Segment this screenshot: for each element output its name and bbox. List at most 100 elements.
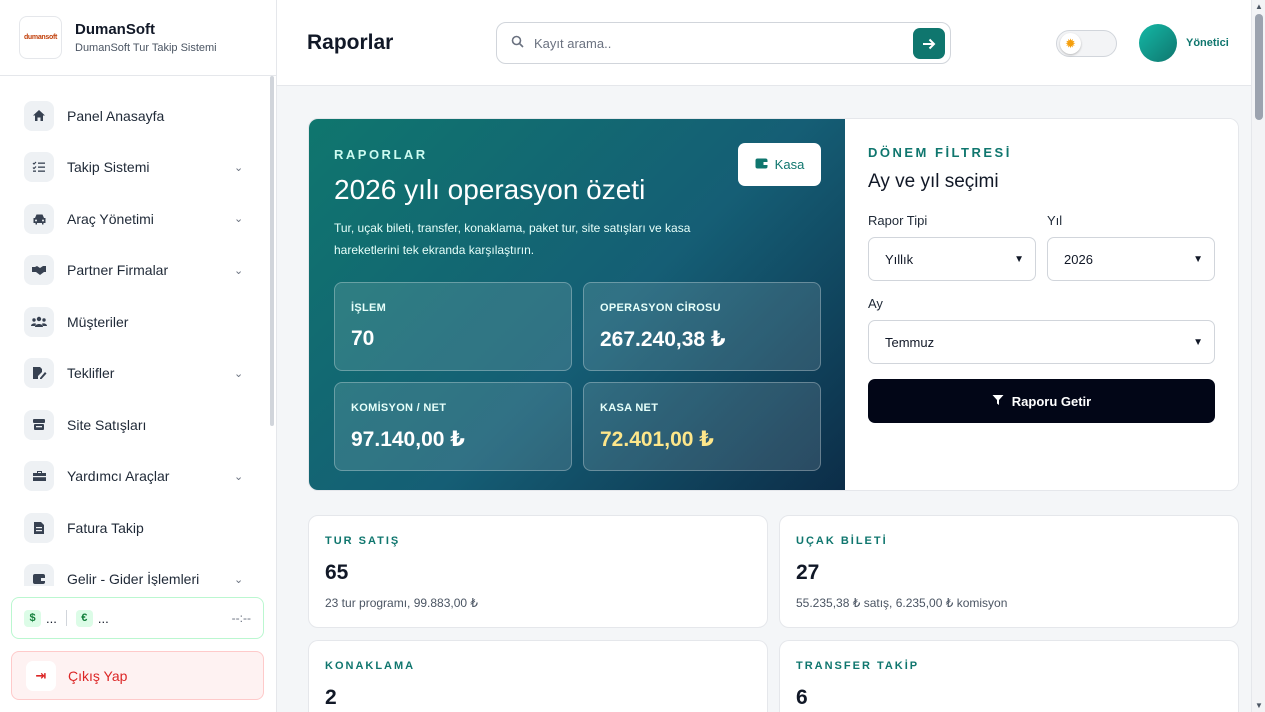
stat-value: 70 [351, 327, 375, 350]
card-konaklama: KONAKLAMA 2 [308, 640, 768, 712]
stat-komisyon-net: KOMİSYON / NET 97.140,00 ₺ [334, 382, 572, 471]
wallet-icon [24, 564, 54, 586]
file-invoice-icon [24, 512, 54, 543]
sidebar-item-panel-anasayfa[interactable]: Panel Anasayfa [0, 90, 270, 142]
get-report-button[interactable]: Raporu Getir [868, 379, 1215, 423]
sidebar-item-label: Site Satışları [67, 416, 147, 433]
chevron-down-icon: ⌄ [234, 161, 244, 174]
stat-value: 267.240,38 ₺ [600, 328, 726, 351]
list-check-icon [24, 152, 54, 183]
sidebar-item-arac-yonetimi[interactable]: Araç Yönetimi ⌄ [0, 193, 270, 245]
currency-widget: $ ... € ... --:-- [11, 597, 264, 639]
sidebar: dumansoft DumanSoft DumanSoft Tur Takip … [0, 0, 277, 712]
report-type-select[interactable]: Yıllık ▼ [868, 237, 1036, 281]
filter-icon [992, 394, 1004, 409]
chevron-down-icon: ⌄ [234, 367, 244, 380]
card-ucak-bileti: UÇAK BİLETİ 27 55.235,38 ₺ satış, 6.235,… [779, 515, 1239, 628]
theme-toggle[interactable]: ✹ [1056, 30, 1117, 57]
top-header: Raporlar ✹ Yönetici [277, 0, 1251, 86]
stat-value: 97.140,00 ₺ [351, 428, 465, 451]
filter-title: Ay ve yıl seçimi [868, 171, 999, 192]
card-tur-satis: TUR SATIŞ 65 23 tur programı, 99.883,00 … [308, 515, 768, 628]
filter-eyebrow: DÖNEM FİLTRESİ [868, 145, 1012, 160]
report-type-value: Yıllık [885, 251, 914, 267]
month-select[interactable]: Temmuz ▼ [868, 320, 1215, 364]
sidebar-item-gelir-gider[interactable]: Gelir - Gider İşlemleri ⌄ [0, 554, 270, 586]
chevron-down-icon: ⌄ [234, 470, 244, 483]
get-report-label: Raporu Getir [1011, 393, 1092, 409]
scroll-up-icon[interactable]: ▲ [1255, 2, 1263, 11]
sidebar-nav: Panel Anasayfa Takip Sistemi ⌄ Araç Yöne… [0, 90, 270, 586]
stat-islem: İŞLEM 70 [334, 282, 572, 371]
toolbox-icon [24, 461, 54, 492]
kasa-label: Kasa [774, 157, 805, 172]
sidebar-item-label: Yardımcı Araçlar [67, 468, 170, 485]
chevron-down-icon: ▼ [1014, 253, 1024, 265]
stat-label: İŞLEM [351, 302, 387, 314]
card-value: 27 [796, 561, 820, 584]
avatar[interactable] [1139, 24, 1177, 62]
euro-icon: € [75, 609, 93, 627]
card-value: 6 [796, 686, 808, 709]
card-subtext: 23 tur programı, 99.883,00 ₺ [325, 596, 479, 610]
summary-panel: RAPORLAR 2026 yılı operasyon özeti Tur, … [309, 119, 845, 490]
sidebar-item-label: Takip Sistemi [67, 159, 150, 176]
hero-title: 2026 yılı operasyon özeti [334, 174, 646, 205]
year-label: Yıl [1047, 213, 1063, 228]
scrollbar-thumb[interactable] [1255, 14, 1263, 120]
chevron-down-icon: ▼ [1193, 336, 1203, 348]
card-label: UÇAK BİLETİ [796, 535, 888, 547]
search-input[interactable] [534, 35, 894, 51]
card-label: KONAKLAMA [325, 660, 416, 672]
stat-kasa-net: KASA NET 72.401,00 ₺ [583, 382, 821, 471]
year-value: 2026 [1064, 251, 1093, 267]
currency-time: --:-- [231, 611, 251, 625]
sidebar-item-teklifler[interactable]: Teklifler ⌄ [0, 348, 270, 400]
month-label: Ay [868, 296, 883, 311]
chevron-down-icon: ▼ [1193, 253, 1203, 265]
scroll-down-icon[interactable]: ▼ [1255, 701, 1263, 710]
user-name[interactable]: Yönetici [1186, 37, 1229, 49]
sun-icon: ✹ [1060, 33, 1081, 54]
search-box [496, 22, 951, 64]
sidebar-scrollbar[interactable] [270, 76, 274, 426]
stat-label: OPERASYON CİROSU [600, 302, 721, 314]
brand-logo: dumansoft [19, 16, 62, 59]
sidebar-item-fatura-takip[interactable]: Fatura Takip [0, 502, 270, 554]
stat-value: 72.401,00 ₺ [600, 428, 714, 451]
logout-button[interactable]: ⇥ Çıkış Yap [11, 651, 264, 700]
sidebar-item-label: Müşteriler [67, 313, 129, 330]
card-value: 65 [325, 561, 349, 584]
store-icon [24, 409, 54, 440]
card-subtext: 55.235,38 ₺ satış, 6.235,00 ₺ komisyon [796, 596, 1008, 610]
hero-description: Tur, uçak bileti, transfer, konaklama, p… [334, 221, 691, 257]
car-icon [24, 203, 54, 234]
month-value: Temmuz [885, 334, 935, 350]
chevron-down-icon: ⌄ [234, 213, 244, 226]
wallet-icon [755, 158, 768, 172]
users-icon [24, 306, 54, 337]
search-submit-button[interactable] [913, 28, 945, 59]
brand[interactable]: dumansoft DumanSoft DumanSoft Tur Takip … [0, 0, 276, 76]
sidebar-item-yardimci-araclar[interactable]: Yardımcı Araçlar ⌄ [0, 451, 270, 503]
card-transfer-takip: TRANSFER TAKİP 6 [779, 640, 1239, 712]
sidebar-item-musteriler[interactable]: Müşteriler [0, 296, 270, 348]
sidebar-item-takip-sistemi[interactable]: Takip Sistemi ⌄ [0, 142, 270, 194]
report-hero: RAPORLAR 2026 yılı operasyon özeti Tur, … [308, 118, 1239, 491]
stat-operasyon-cirosu: OPERASYON CİROSU 267.240,38 ₺ [583, 282, 821, 371]
sidebar-item-label: Partner Firmalar [67, 262, 169, 279]
eur-rate: ... [97, 610, 109, 626]
currency-divider [65, 610, 67, 626]
card-value: 2 [325, 686, 337, 709]
sidebar-item-label: Araç Yönetimi [67, 210, 154, 227]
page-title: Raporlar [307, 31, 394, 54]
sidebar-item-partner-firmalar[interactable]: Partner Firmalar ⌄ [0, 245, 270, 297]
page-scrollbar[interactable]: ▲ ▼ [1251, 0, 1265, 712]
kasa-button[interactable]: Kasa [738, 143, 821, 186]
report-type-label: Rapor Tipi [868, 213, 928, 228]
sidebar-item-site-satislari[interactable]: Site Satışları [0, 399, 270, 451]
card-label: TRANSFER TAKİP [796, 660, 920, 672]
home-icon [24, 100, 54, 131]
sidebar-item-label: Teklifler [67, 365, 115, 382]
year-select[interactable]: 2026 ▼ [1047, 237, 1215, 281]
